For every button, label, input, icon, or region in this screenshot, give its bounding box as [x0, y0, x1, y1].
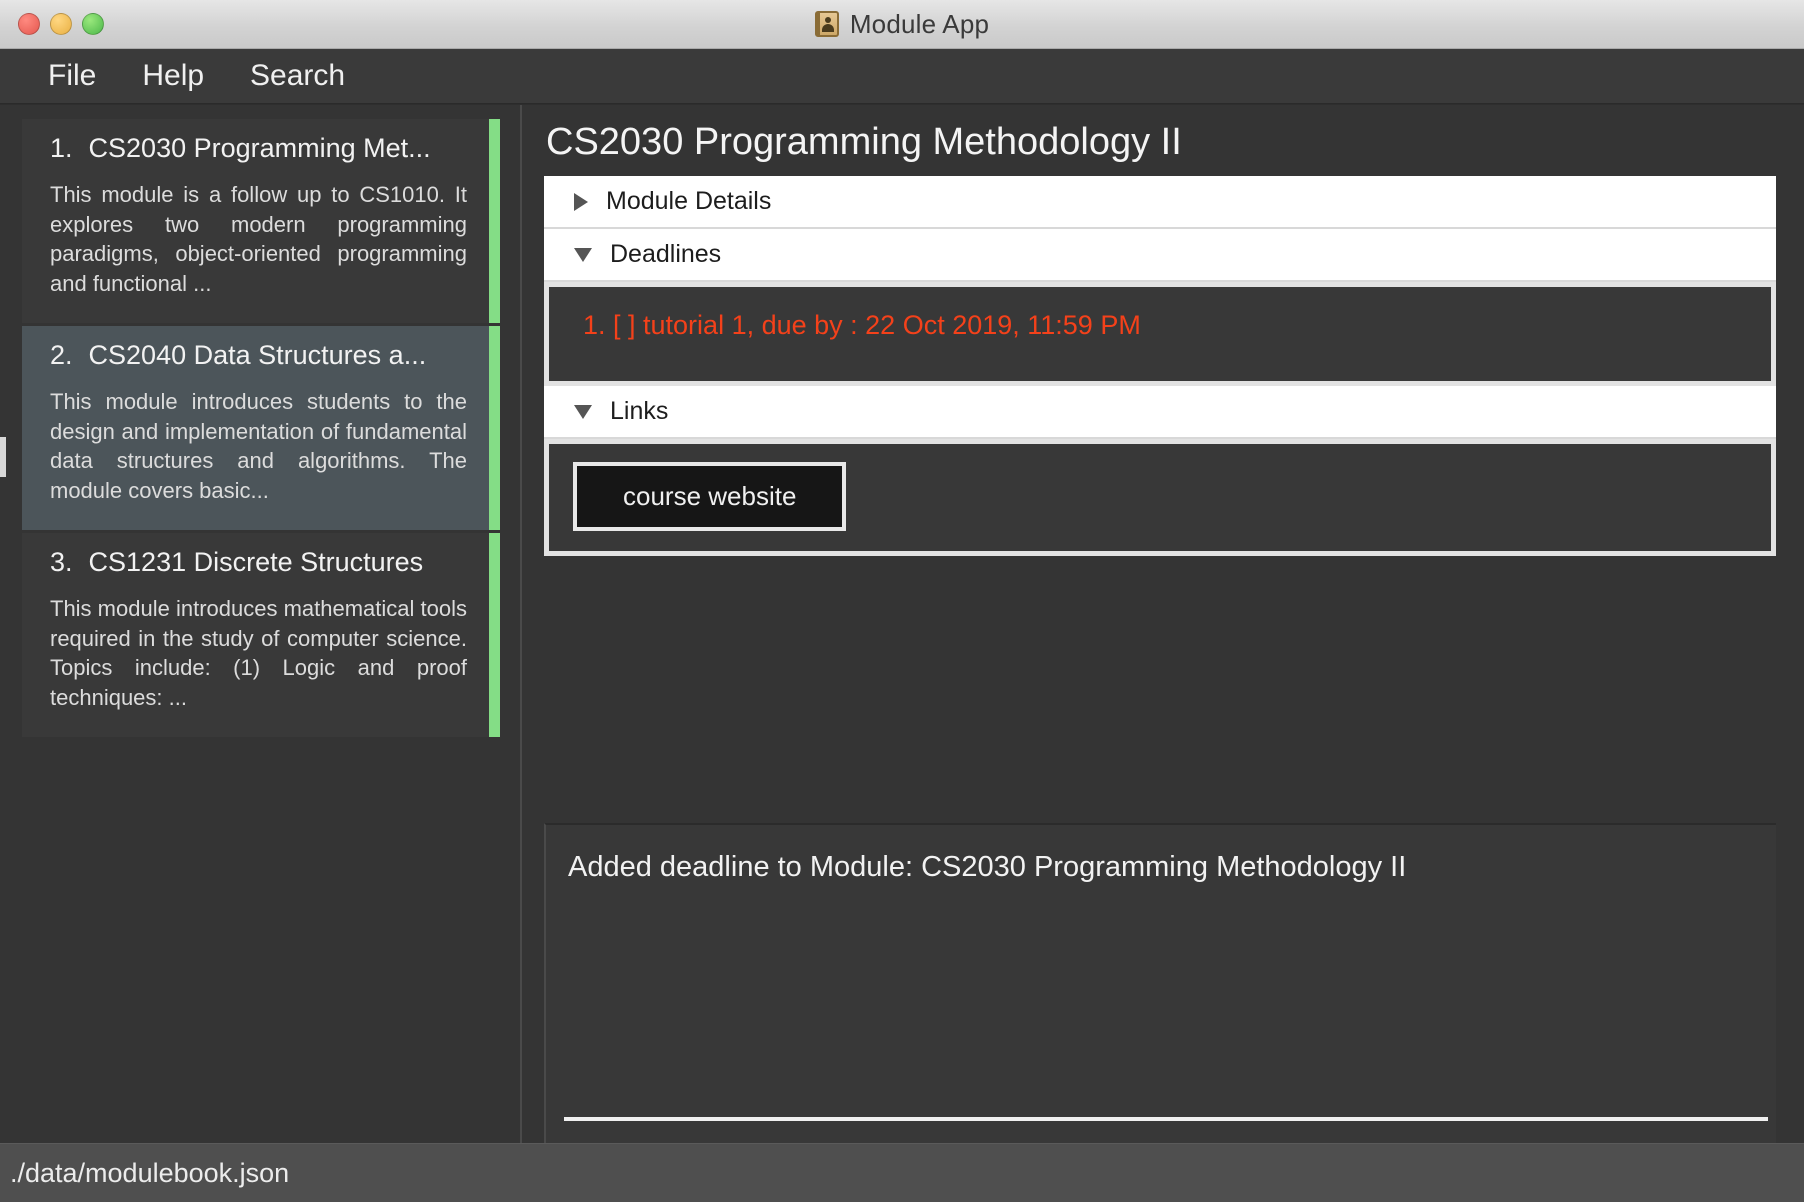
- module-description: This module introduces students to the d…: [50, 389, 467, 504]
- module-list: 1. CS2030 Programming Met... This module …: [0, 119, 520, 740]
- window-title-group: Module App: [814, 8, 990, 40]
- menu-item-file[interactable]: File: [32, 57, 112, 95]
- module-card-body: 1. CS2030 Programming Met... This module …: [22, 119, 489, 323]
- command-entry-area[interactable]: [544, 1031, 1776, 1143]
- accordion-label: Links: [610, 397, 669, 425]
- menu-item-help[interactable]: Help: [126, 57, 220, 95]
- module-card-title: 3. CS1231 Discrete Structures: [50, 547, 467, 578]
- module-card-title: 1. CS2030 Programming Met...: [50, 133, 467, 164]
- status-bar: ./data/modulebook.json: [0, 1143, 1804, 1202]
- maximize-button[interactable]: [82, 13, 104, 35]
- page-title: CS2030 Programming Methodology II: [546, 121, 1182, 163]
- module-accent-bar: [489, 326, 500, 530]
- detail-top: CS2030 Programming Methodology II Module…: [544, 105, 1776, 556]
- chevron-down-icon: [574, 404, 592, 419]
- chevron-right-icon: [574, 192, 588, 211]
- main-content: 1. CS2030 Programming Met... This module …: [0, 104, 1804, 1143]
- title-bar: Module App: [0, 0, 1804, 49]
- module-index: 1.: [50, 133, 73, 163]
- result-display: Added deadline to Module: CS2030 Program…: [544, 823, 1776, 1031]
- pane-resize-handle[interactable]: [0, 437, 6, 477]
- list-item[interactable]: 3. CS1231 Discrete Structures This module…: [22, 533, 500, 737]
- module-accent-bar: [489, 119, 500, 323]
- deadlines-panel: 1. [ ] tutorial 1, due by : 22 Oct 2019,…: [544, 282, 1776, 386]
- module-list-pane: 1. CS2030 Programming Met... This module …: [0, 105, 522, 1143]
- deadline-item[interactable]: 1. [ ] tutorial 1, due by : 22 Oct 2019,…: [583, 309, 1771, 341]
- accordion-header-module-details[interactable]: Module Details: [544, 176, 1776, 229]
- module-card-body: 3. CS1231 Discrete Structures This module…: [22, 533, 489, 737]
- list-item[interactable]: 1. CS2030 Programming Met... This module …: [22, 119, 500, 323]
- module-card-body: 2. CS2040 Data Structures a... This modul…: [22, 326, 489, 530]
- module-name: CS2040 Data Structures a...: [88, 340, 427, 370]
- accordion-header-deadlines[interactable]: Deadlines: [544, 229, 1776, 282]
- module-accent-bar: [489, 533, 500, 737]
- module-detail-pane: CS2030 Programming Methodology II Module…: [522, 105, 1804, 1143]
- command-input-underline: [564, 1117, 1768, 1121]
- module-index: 3.: [50, 547, 73, 577]
- window-title: Module App: [849, 8, 990, 39]
- module-name: CS1231 Discrete Structures: [88, 547, 424, 577]
- close-button[interactable]: [18, 13, 40, 35]
- accordion-label: Module Details: [606, 187, 772, 215]
- status-file-path: ./data/modulebook.json: [10, 1157, 290, 1188]
- module-description: This module introduces mathematical tool…: [50, 596, 467, 711]
- module-name: CS2030 Programming Met...: [88, 133, 431, 163]
- module-card-title: 2. CS2040 Data Structures a...: [50, 340, 467, 371]
- minimize-button[interactable]: [50, 13, 72, 35]
- menu-item-search[interactable]: Search: [234, 57, 361, 95]
- module-index: 2.: [50, 340, 73, 370]
- accordion-header-links[interactable]: Links: [544, 386, 1776, 439]
- chevron-down-icon: [574, 247, 592, 262]
- accordion-label: Deadlines: [610, 240, 722, 268]
- result-message: Added deadline to Module: CS2030 Program…: [568, 851, 1407, 883]
- list-item[interactable]: 2. CS2040 Data Structures a... This modul…: [22, 326, 500, 530]
- address-book-icon: [814, 11, 839, 37]
- module-description: This module is a follow up to CS1010. It…: [50, 182, 467, 297]
- menu-bar: File Help Search: [0, 49, 1804, 104]
- links-panel: course website: [544, 439, 1776, 556]
- course-website-button[interactable]: course website: [573, 462, 847, 531]
- detail-accordion: Module Details Deadlines 1. [ ] tutorial…: [544, 176, 1776, 556]
- window-controls[interactable]: [18, 13, 104, 35]
- app-window: Module App File Help Search 1. CS2030 Pro…: [0, 0, 1804, 1202]
- detail-spacer: [544, 556, 1776, 819]
